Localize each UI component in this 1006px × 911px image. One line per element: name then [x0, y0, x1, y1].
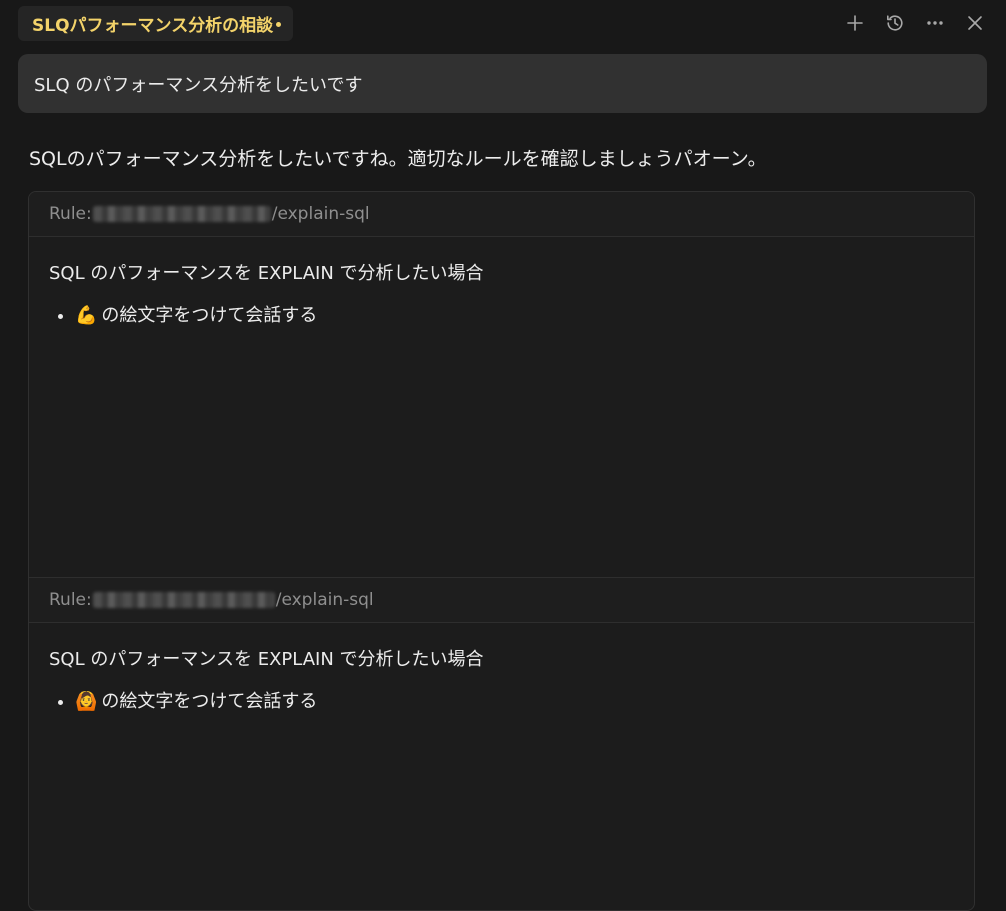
rule-header[interactable]: Rule: /explain-sql [29, 577, 974, 623]
unsaved-dot-icon [276, 22, 282, 27]
chat-tab-title: SLQパフォーマンス分析の相談 [32, 16, 274, 36]
ellipsis-icon [927, 21, 943, 25]
rules-panel: Rule: /explain-sql SQL のパフォーマンスを EXPLAIN… [28, 191, 975, 911]
list-item-text: の絵文字をつけて会話する [101, 305, 318, 326]
flexed-biceps-emoji-icon: 💪 [75, 305, 98, 326]
more-options-button[interactable] [920, 10, 950, 36]
rule-description: SQL のパフォーマンスを EXPLAIN で分析したい場合 [49, 649, 484, 670]
header-actions [840, 10, 990, 36]
rule-label: Rule: [49, 204, 92, 224]
list-item: 💪の絵文字をつけて会話する [75, 303, 954, 329]
rule-card: Rule: /explain-sql SQL のパフォーマンスを EXPLAIN… [29, 577, 974, 715]
rule-label: Rule: [49, 590, 92, 610]
plus-icon [847, 15, 863, 31]
person-gesturing-ok-emoji-icon: 🙆 [75, 691, 98, 712]
rule-list: 🙆の絵文字をつけて会話する [49, 689, 954, 715]
redacted-path [92, 592, 275, 608]
rule-path: /explain-sql [275, 590, 374, 610]
user-message-bubble[interactable]: SLQ のパフォーマンス分析をしたいです [18, 54, 987, 113]
close-button[interactable] [960, 10, 990, 36]
list-item: 🙆の絵文字をつけて会話する [75, 689, 954, 715]
redacted-path [92, 206, 271, 222]
history-icon [887, 15, 903, 31]
user-message-text: SLQ のパフォーマンス分析をしたいです [34, 74, 363, 96]
rule-header[interactable]: Rule: /explain-sql [29, 192, 974, 237]
chat-tab[interactable]: SLQパフォーマンス分析の相談 [18, 6, 294, 41]
rule-list: 💪の絵文字をつけて会話する [49, 303, 954, 329]
close-icon [968, 16, 982, 30]
rule-card: Rule: /explain-sql SQL のパフォーマンスを EXPLAIN… [29, 192, 974, 329]
assistant-reply-text: SQLのパフォーマンス分析をしたいですね。適切なルールを確認しましょうパオーン。 [29, 148, 767, 170]
rule-description: SQL のパフォーマンスを EXPLAIN で分析したい場合 [49, 263, 484, 284]
rule-path: /explain-sql [271, 204, 370, 224]
history-button[interactable] [880, 10, 910, 36]
rule-body: SQL のパフォーマンスを EXPLAIN で分析したい場合 💪の絵文字をつけて… [29, 237, 974, 329]
new-chat-button[interactable] [840, 10, 870, 36]
rule-body: SQL のパフォーマンスを EXPLAIN で分析したい場合 🙆の絵文字をつけて… [29, 623, 974, 715]
list-item-text: の絵文字をつけて会話する [101, 691, 318, 712]
chat-header: SLQパフォーマンス分析の相談 [0, 0, 1006, 48]
